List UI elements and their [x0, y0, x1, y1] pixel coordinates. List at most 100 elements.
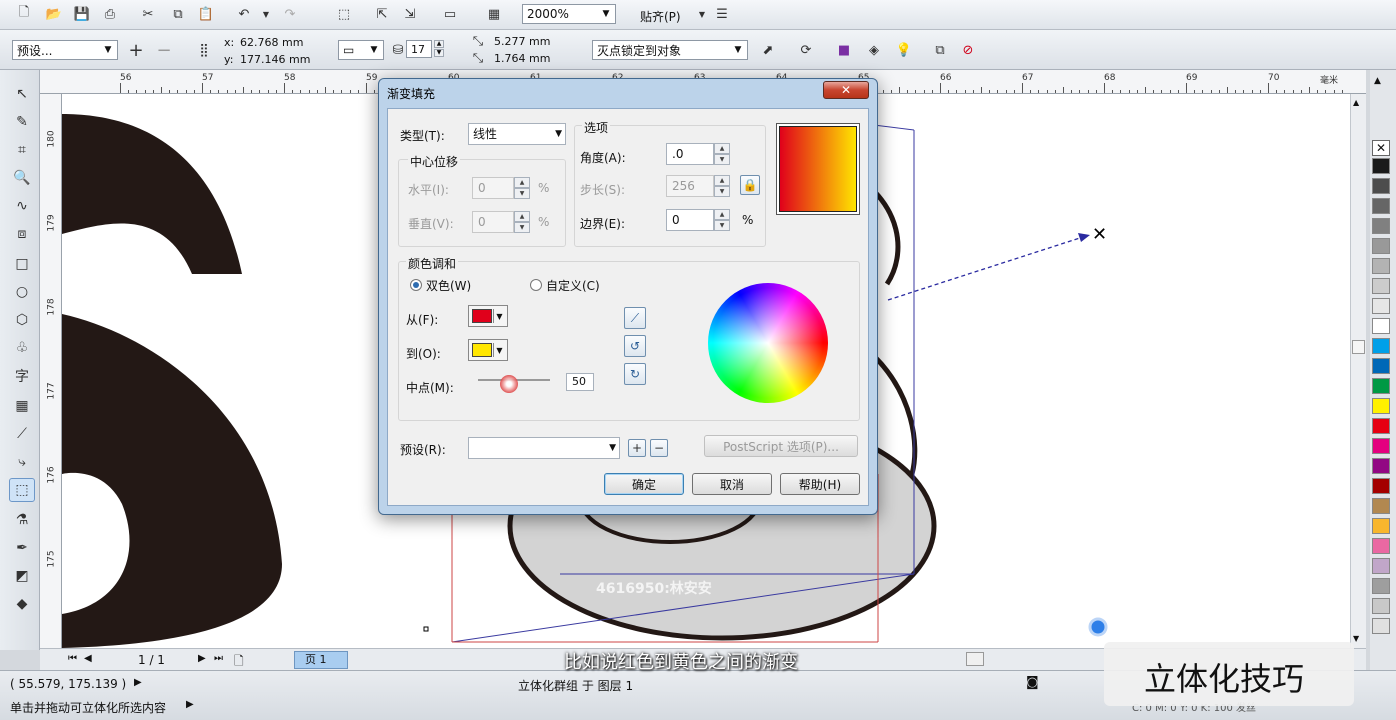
snap-dropdown-icon[interactable]: ▼: [692, 4, 712, 24]
open-folder-icon[interactable]: 📂: [44, 4, 64, 24]
basic-shapes-tool-icon[interactable]: ♧: [9, 336, 35, 360]
connector-tool-icon[interactable]: ⤷: [9, 450, 35, 474]
direct-blend-icon[interactable]: ⟋: [624, 307, 646, 329]
eyedropper-tool-icon[interactable]: ⚗: [9, 508, 35, 532]
two-color-radio[interactable]: [410, 279, 422, 291]
palette-swatch[interactable]: [1372, 478, 1390, 494]
rectangle-tool-icon[interactable]: □: [9, 252, 35, 276]
extrusion-type-combo[interactable]: ▭ ▼: [338, 40, 384, 60]
palette-swatch[interactable]: [1372, 558, 1390, 574]
angle-spinner[interactable]: ▲ ▼: [714, 143, 730, 165]
horizontal-scroll-thumb[interactable]: [966, 652, 984, 666]
edge-pad-field[interactable]: 0: [666, 209, 714, 231]
palette-swatch[interactable]: [1372, 438, 1390, 454]
depth-field[interactable]: 17: [406, 40, 432, 58]
palette-swatch[interactable]: [1372, 278, 1390, 294]
page-tab-1[interactable]: 页 1: [294, 651, 348, 669]
publish-pdf-icon[interactable]: ⇲: [400, 4, 420, 24]
document-color-icon[interactable]: ◙: [1026, 675, 1039, 690]
palette-swatch[interactable]: [1372, 578, 1390, 594]
presets-select[interactable]: ▼: [468, 437, 620, 459]
palette-swatch[interactable]: [1372, 178, 1390, 194]
palette-swatch[interactable]: [1372, 378, 1390, 394]
vertical-spinner[interactable]: ▲ ▼: [514, 211, 530, 233]
to-color-button[interactable]: ▼: [468, 339, 508, 361]
vp-properties-icon[interactable]: ⬈: [758, 40, 778, 60]
palette-swatch[interactable]: [1372, 318, 1390, 334]
add-preset-icon[interactable]: +: [126, 40, 146, 61]
new-document-icon[interactable]: 🗋: [14, 4, 34, 24]
palette-swatch[interactable]: [1372, 538, 1390, 554]
x-value[interactable]: 62.768 mm: [240, 36, 303, 49]
vanishing-point-x-value[interactable]: 5.277 mm: [494, 35, 550, 48]
zoom-level-combo[interactable]: 2000% ▼: [522, 4, 616, 24]
vanishing-point-y-value[interactable]: 1.764 mm: [494, 52, 550, 65]
palette-swatch[interactable]: [1372, 458, 1390, 474]
copy-icon[interactable]: ⧉: [168, 4, 188, 24]
clockwise-blend-icon[interactable]: ↻: [624, 363, 646, 385]
help-button[interactable]: 帮助(H): [780, 473, 860, 495]
undo-icon[interactable]: ↶: [234, 4, 254, 24]
palette-up-icon[interactable]: ▲: [1374, 76, 1381, 86]
horizontal-spinner[interactable]: ▲ ▼: [514, 177, 530, 199]
last-page-icon[interactable]: ⏭: [214, 653, 223, 664]
shape-tool-icon[interactable]: ✎: [9, 110, 35, 134]
extrude-tool-icon[interactable]: ⬚: [9, 478, 35, 502]
first-page-icon[interactable]: ⏮: [68, 653, 77, 664]
midpoint-field[interactable]: 50: [566, 373, 594, 391]
close-button[interactable]: ✕: [823, 81, 869, 99]
counterclockwise-blend-icon[interactable]: ↺: [624, 335, 646, 357]
vertical-ruler[interactable]: 180 179 178 177 176 175: [40, 94, 62, 648]
save-icon[interactable]: 💾: [72, 4, 92, 24]
freehand-tool-icon[interactable]: ∿: [9, 194, 35, 218]
palette-swatch[interactable]: [1372, 158, 1390, 174]
palette-swatch[interactable]: [1372, 198, 1390, 214]
redo-icon[interactable]: ↷: [280, 4, 300, 24]
lighting-icon[interactable]: 💡: [894, 40, 914, 60]
custom-radio[interactable]: [530, 279, 542, 291]
scroll-down-icon[interactable]: ▼: [1353, 634, 1359, 643]
palette-swatch[interactable]: [1372, 598, 1390, 614]
outline-tool-icon[interactable]: ✒: [9, 536, 35, 560]
palette-swatch[interactable]: [1372, 338, 1390, 354]
text-tool-icon[interactable]: 字: [9, 364, 35, 388]
cancel-button[interactable]: 取消: [692, 473, 772, 495]
crop-tool-icon[interactable]: ⌗: [9, 138, 35, 162]
welcome-screen-icon[interactable]: ▦: [484, 4, 504, 24]
palette-swatch[interactable]: [1372, 498, 1390, 514]
remove-preset-icon[interactable]: −: [650, 439, 668, 457]
vertical-scrollbar[interactable]: ▲ ▼: [1350, 94, 1366, 648]
midpoint-slider-thumb[interactable]: [500, 375, 518, 393]
vanishing-point-lock-combo[interactable]: 灭点锁定到对象 ▼: [592, 40, 748, 60]
interactive-fill-tool-icon[interactable]: ◆: [9, 592, 35, 616]
palette-swatch[interactable]: [1372, 418, 1390, 434]
horizontal-field[interactable]: 0: [472, 177, 514, 199]
copy-extrude-icon[interactable]: ⧉: [930, 40, 950, 60]
vertical-field[interactable]: 0: [472, 211, 514, 233]
angle-field[interactable]: .0: [666, 143, 714, 165]
next-page-icon[interactable]: ▶: [198, 653, 206, 664]
cut-icon[interactable]: ✂: [138, 4, 158, 24]
no-color-swatch[interactable]: ✕: [1372, 140, 1390, 156]
export-icon[interactable]: ⇱: [372, 4, 392, 24]
depth-up-icon[interactable]: ▲: [434, 40, 444, 48]
scroll-thumb[interactable]: [1352, 340, 1365, 354]
extrude-rotation-icon[interactable]: ⟳: [796, 40, 816, 60]
polygon-tool-icon[interactable]: ⬡: [9, 308, 35, 332]
palette-swatch[interactable]: [1372, 238, 1390, 254]
preset-combo[interactable]: 预设... ▼: [12, 40, 118, 60]
undo-dropdown-icon[interactable]: ▼: [256, 4, 276, 24]
steps-field[interactable]: 256: [666, 175, 714, 197]
palette-swatch[interactable]: [1372, 518, 1390, 534]
type-select[interactable]: 线性 ▼: [468, 123, 566, 145]
prev-page-icon[interactable]: ◀: [84, 653, 92, 664]
palette-swatch[interactable]: [1372, 258, 1390, 274]
steps-lock-icon[interactable]: 🔒: [740, 175, 760, 195]
postscript-options-button[interactable]: PostScript 选项(P)...: [704, 435, 858, 457]
palette-swatch[interactable]: [1372, 218, 1390, 234]
y-value[interactable]: 177.146 mm: [240, 53, 310, 66]
bevel-icon[interactable]: ◈: [864, 40, 884, 60]
zoom-tool-icon[interactable]: 🔍: [9, 166, 35, 190]
scroll-up-icon[interactable]: ▲: [1353, 98, 1359, 107]
clear-extrude-icon[interactable]: ⊘: [958, 40, 978, 60]
